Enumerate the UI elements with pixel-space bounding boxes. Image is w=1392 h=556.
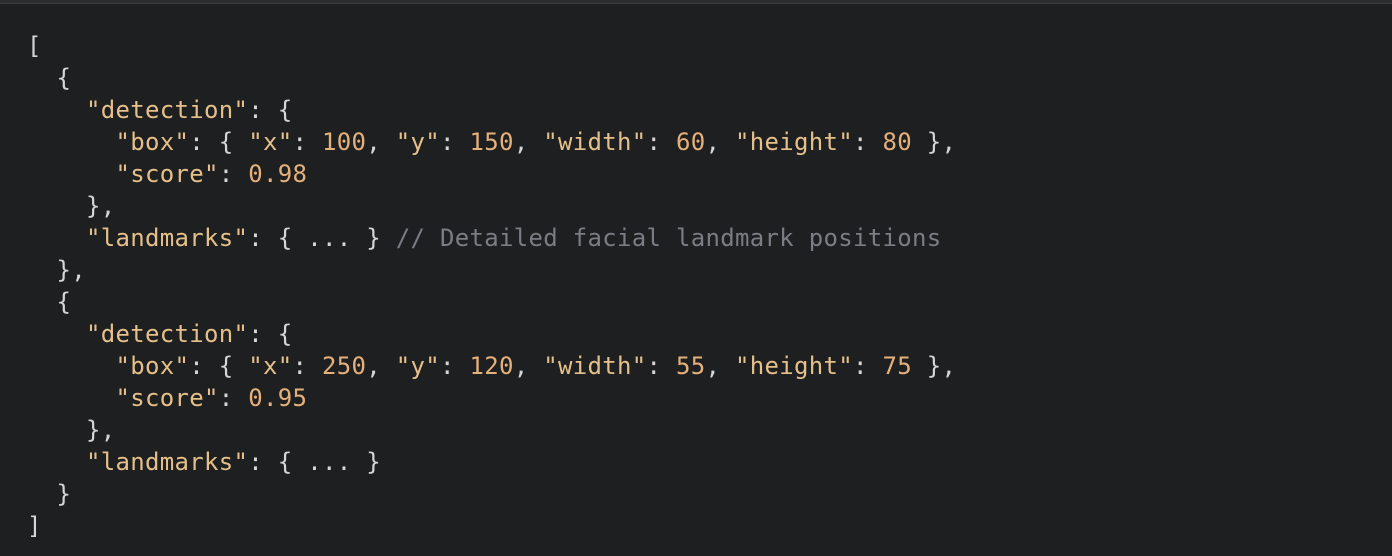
code-line: },: [27, 254, 1392, 286]
code-number: 250: [322, 352, 367, 380]
code-number: 120: [469, 352, 514, 380]
code-comment: // Detailed facial landmark positions: [395, 224, 942, 252]
code-punctuation: :: [646, 128, 676, 156]
code-punctuation: : { ... }: [248, 224, 396, 252]
code-string-key: "landmarks": [86, 448, 249, 476]
code-punctuation: [27, 384, 116, 412]
code-punctuation: },: [912, 128, 957, 156]
code-punctuation: :: [292, 352, 322, 380]
code-string-key: "x": [248, 128, 293, 156]
code-line: "box": { "x": 100, "y": 150, "width": 60…: [27, 126, 1392, 158]
code-punctuation: : {: [189, 128, 249, 156]
code-line: }: [27, 478, 1392, 510]
code-punctuation: },: [27, 192, 116, 220]
code-number: 0.98: [248, 160, 308, 188]
code-punctuation: ,: [705, 128, 735, 156]
code-string-key: "box": [115, 352, 190, 380]
code-punctuation: : {: [248, 320, 293, 348]
code-punctuation: },: [912, 352, 957, 380]
code-line: [: [27, 30, 1392, 62]
code-string-key: "height": [735, 352, 853, 380]
code-punctuation: [27, 160, 116, 188]
code-punctuation: [27, 448, 86, 476]
code-punctuation: [27, 320, 86, 348]
code-string-key: "height": [735, 128, 853, 156]
code-string-key: "width": [543, 352, 647, 380]
code-punctuation: [27, 128, 116, 156]
code-punctuation: : {: [248, 96, 293, 124]
code-punctuation: },: [27, 256, 86, 284]
code-punctuation: {: [27, 64, 72, 92]
code-string-key: "score": [115, 160, 219, 188]
code-line: "landmarks": { ... }: [27, 446, 1392, 478]
code-number: 0.95: [248, 384, 308, 412]
code-line: {: [27, 286, 1392, 318]
code-punctuation: ,: [366, 128, 396, 156]
code-punctuation: [27, 352, 116, 380]
code-punctuation: :: [292, 128, 322, 156]
code-line: "detection": {: [27, 94, 1392, 126]
code-string-key: "x": [248, 352, 293, 380]
code-punctuation: {: [27, 288, 72, 316]
code-string-key: "detection": [86, 96, 249, 124]
code-punctuation: :: [440, 128, 470, 156]
code-punctuation: [27, 224, 86, 252]
code-string-key: "y": [395, 128, 440, 156]
code-line: "detection": {: [27, 318, 1392, 350]
code-number: 150: [469, 128, 514, 156]
code-line: "score": 0.95: [27, 382, 1392, 414]
code-punctuation: :: [440, 352, 470, 380]
code-punctuation: [27, 96, 86, 124]
code-string-key: "y": [395, 352, 440, 380]
code-punctuation: ,: [366, 352, 396, 380]
code-punctuation: :: [218, 384, 249, 412]
code-punctuation: ]: [27, 512, 42, 540]
code-punctuation: ,: [513, 128, 544, 156]
code-punctuation: [: [27, 32, 42, 60]
code-punctuation: ,: [513, 352, 544, 380]
code-number: 80: [882, 128, 912, 156]
code-punctuation: :: [218, 160, 249, 188]
code-punctuation: :: [646, 352, 676, 380]
code-number: 55: [676, 352, 706, 380]
code-number: 60: [676, 128, 706, 156]
code-punctuation: },: [27, 416, 116, 444]
code-block[interactable]: [ { "detection": { "box": { "x": 100, "y…: [0, 0, 1392, 556]
code-string-key: "box": [115, 128, 190, 156]
code-punctuation: }: [27, 480, 72, 508]
code-line: "score": 0.98: [27, 158, 1392, 190]
code-line: {: [27, 62, 1392, 94]
code-line: },: [27, 190, 1392, 222]
code-punctuation: : {: [189, 352, 249, 380]
code-punctuation: :: [853, 352, 883, 380]
code-number: 100: [322, 128, 367, 156]
code-string-key: "width": [543, 128, 647, 156]
code-line: },: [27, 414, 1392, 446]
code-line: "box": { "x": 250, "y": 120, "width": 55…: [27, 350, 1392, 382]
code-punctuation: :: [853, 128, 883, 156]
code-punctuation: : { ... }: [248, 448, 381, 476]
code-punctuation: ,: [705, 352, 735, 380]
code-string-key: "detection": [86, 320, 249, 348]
code-line: ]: [27, 510, 1392, 542]
code-line: "landmarks": { ... } // Detailed facial …: [27, 222, 1392, 254]
code-number: 75: [882, 352, 912, 380]
code-string-key: "score": [115, 384, 219, 412]
code-string-key: "landmarks": [86, 224, 249, 252]
